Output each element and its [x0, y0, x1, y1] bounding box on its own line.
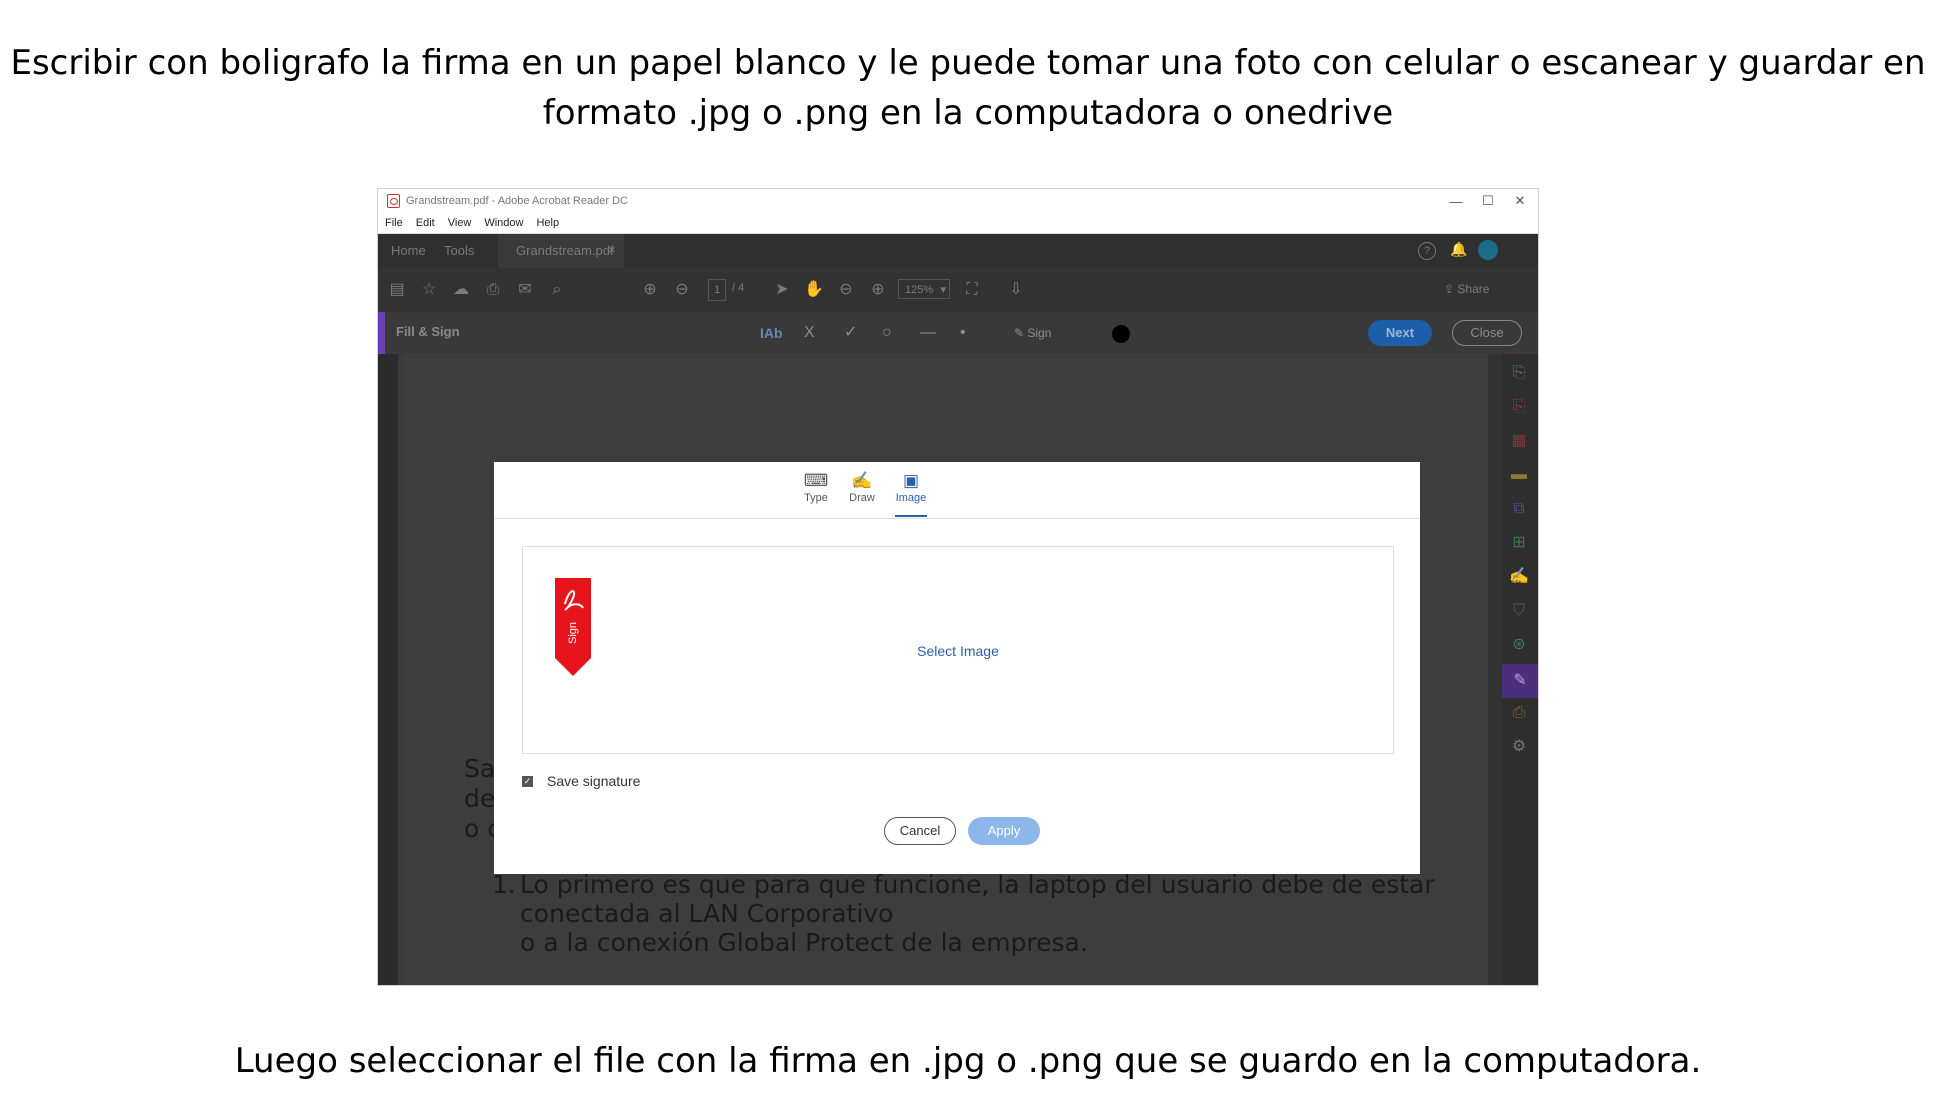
apply-button[interactable]: Apply	[968, 817, 1040, 845]
signature-dialog: ⌨ Type ✍ Draw ▣ Image Sign Select Image …	[494, 462, 1420, 874]
select-image-link[interactable]: Select Image	[523, 643, 1393, 659]
tab-image[interactable]: ▣ Image	[891, 470, 931, 517]
top-caption-line-1: Escribir con boligrafo la firma en un pa…	[10, 43, 1926, 83]
pen-icon: ✍	[851, 471, 873, 490]
save-signature-option[interactable]: ✓ Save signature	[522, 773, 640, 789]
image-icon: ▣	[902, 471, 920, 490]
image-drop-area[interactable]: Sign Select Image	[522, 546, 1394, 754]
cancel-button[interactable]: Cancel	[884, 817, 956, 845]
tab-type[interactable]: ⌨ Type	[796, 470, 836, 504]
sign-here-flag-icon: Sign	[555, 578, 591, 676]
top-caption-line-2: formato .jpg o .png en la computadora o …	[542, 93, 1394, 133]
save-signature-checkbox[interactable]: ✓	[522, 775, 533, 787]
tab-image-label: Image	[895, 492, 927, 504]
save-signature-label: Save signature	[547, 773, 641, 789]
modal-overlay: ⌨ Type ✍ Draw ▣ Image Sign Select Image …	[378, 189, 1538, 985]
signature-tabs: ⌨ Type ✍ Draw ▣ Image	[494, 462, 1420, 519]
keyboard-icon: ⌨	[803, 471, 829, 490]
sign-flag-text: Sign	[567, 622, 579, 644]
tab-draw-label: Draw	[849, 492, 875, 504]
tab-draw[interactable]: ✍ Draw	[842, 470, 882, 504]
bottom-caption: Luego seleccionar el file con la firma e…	[234, 1041, 1702, 1081]
tab-type-label: Type	[804, 492, 828, 504]
acrobat-screenshot: Grandstream.pdf - Adobe Acrobat Reader D…	[378, 189, 1538, 985]
top-caption: Escribir con boligrafo la firma en un pa…	[0, 38, 1936, 138]
